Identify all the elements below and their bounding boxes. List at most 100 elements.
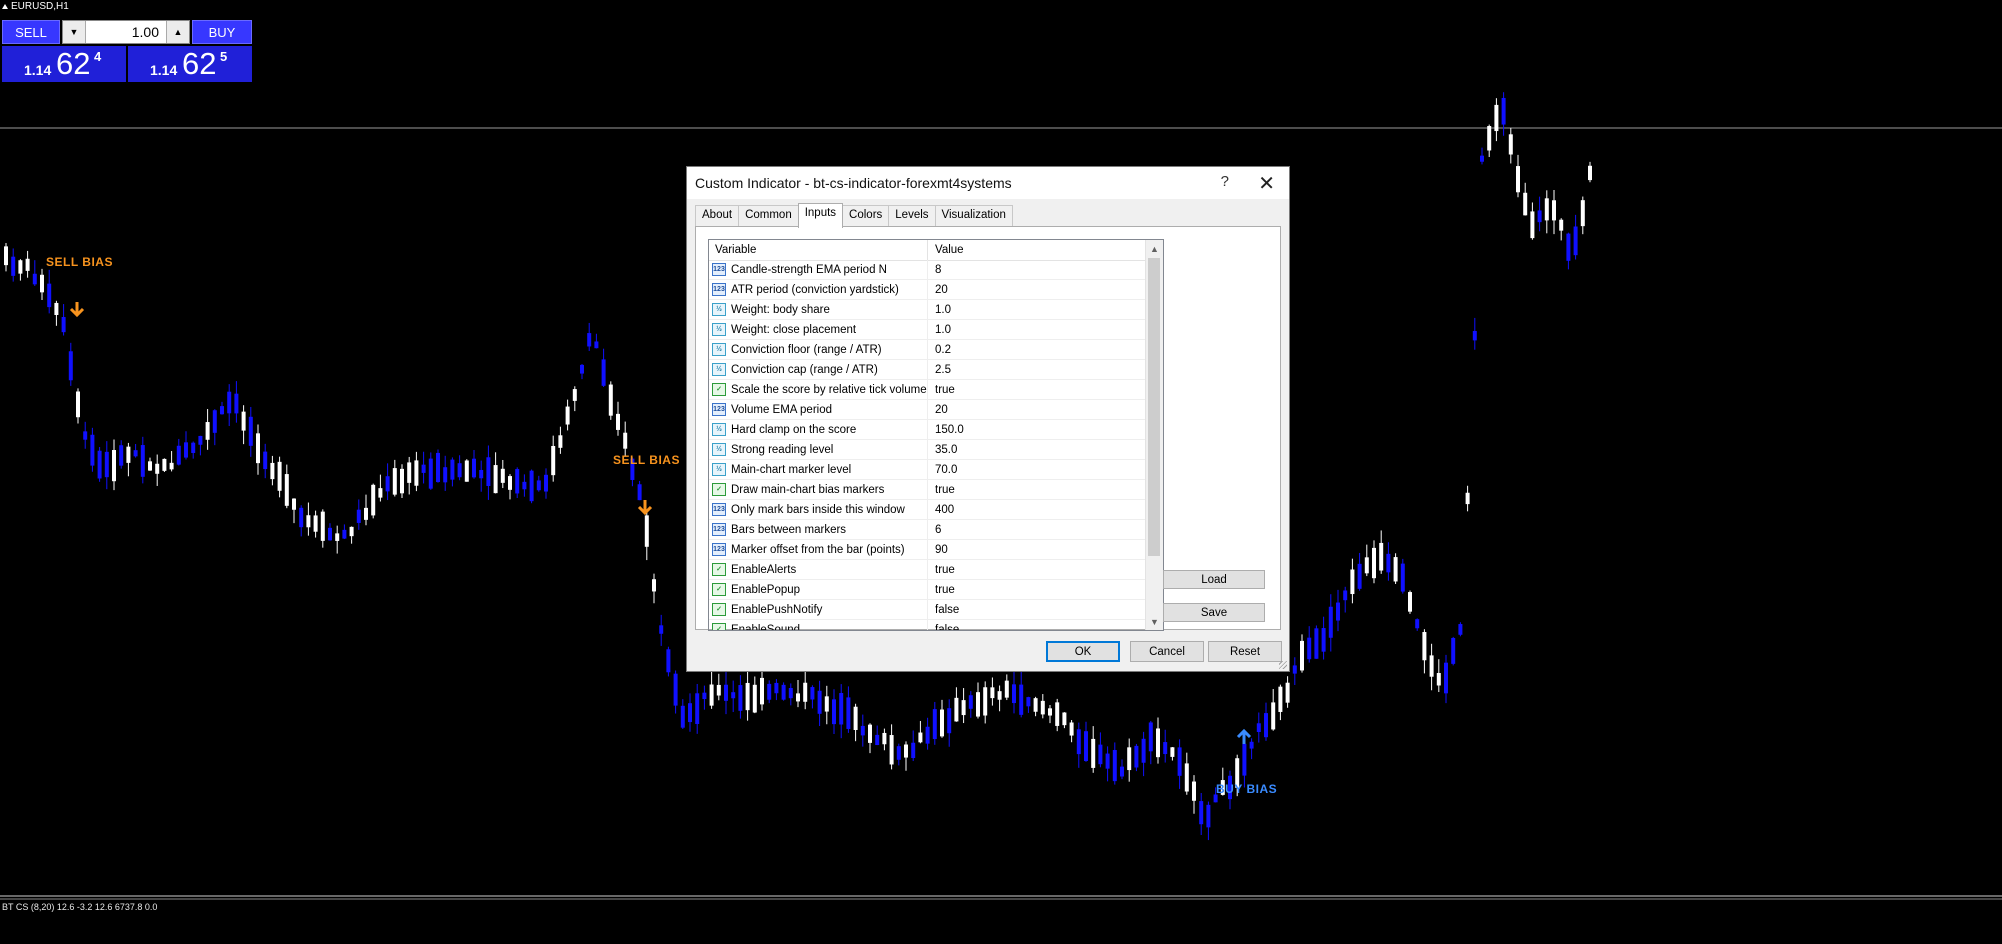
input-row[interactable]: ✓ EnablePushNotify false: [709, 600, 1147, 620]
bid-price-prefix: 1.14: [24, 62, 52, 78]
input-value-field[interactable]: true: [935, 584, 955, 596]
input-row[interactable]: ½ Conviction floor (range / ATR) 0.2: [709, 340, 1147, 360]
candle-body: [868, 724, 872, 743]
buy-button[interactable]: BUY: [192, 20, 252, 44]
candle-body: [911, 742, 916, 759]
sell-button[interactable]: SELL: [2, 20, 60, 44]
candle-body: [500, 468, 505, 483]
scroll-up-icon[interactable]: ▲: [1146, 240, 1163, 257]
input-value-field[interactable]: true: [935, 484, 955, 496]
candle-body: [1508, 134, 1513, 155]
input-row[interactable]: 123 Volume EMA period 20: [709, 400, 1147, 420]
scroll-down-icon[interactable]: ▼: [1146, 613, 1163, 630]
input-row[interactable]: ½ Conviction cap (range / ATR) 2.5: [709, 360, 1147, 380]
lot-size-field[interactable]: ▼ 1.00 ▲: [62, 20, 190, 44]
input-row[interactable]: 123 Only mark bars inside this window 400: [709, 500, 1147, 520]
input-row[interactable]: ✓ EnableSound false: [709, 620, 1147, 630]
bool-type-icon: ✓: [712, 383, 726, 396]
tab-visualization[interactable]: Visualization: [934, 205, 1013, 228]
candle-body: [515, 469, 520, 494]
input-value-field[interactable]: 20: [935, 284, 948, 296]
candle-body: [839, 693, 844, 725]
candle-body: [1156, 728, 1160, 758]
candle-body: [1271, 702, 1276, 730]
input-value-field[interactable]: 8: [935, 264, 941, 276]
tab-levels[interactable]: Levels: [888, 205, 936, 228]
load-button[interactable]: Load: [1163, 570, 1265, 589]
input-value-field[interactable]: 70.0: [935, 464, 957, 476]
tab-common[interactable]: Common: [738, 205, 799, 228]
input-row[interactable]: 123 Bars between markers 6: [709, 520, 1147, 540]
input-variable-name: Candle-strength EMA period N: [731, 264, 887, 276]
candle-body: [1127, 747, 1132, 771]
input-value-field[interactable]: 400: [935, 504, 954, 516]
close-icon[interactable]: ✕: [1258, 171, 1275, 196]
input-value-field[interactable]: 1.0: [935, 324, 951, 336]
candle-body: [702, 692, 707, 700]
cancel-button[interactable]: Cancel: [1130, 641, 1204, 662]
ok-button[interactable]: OK: [1046, 641, 1120, 662]
input-variable-name: EnableAlerts: [731, 564, 797, 576]
candle-body: [119, 445, 124, 466]
resize-grip-icon[interactable]: [1279, 661, 1287, 669]
input-row[interactable]: ½ Hard clamp on the score 150.0: [709, 420, 1147, 440]
dialog-title-bar[interactable]: Custom Indicator - bt-cs-indicator-forex…: [687, 167, 1289, 199]
candle-body: [176, 445, 181, 465]
input-row[interactable]: ½ Main-chart marker level 70.0: [709, 460, 1147, 480]
ask-price-box[interactable]: 1.14 62 5: [128, 46, 252, 82]
sell-bias-label: SELL BIAS: [46, 255, 113, 269]
input-row[interactable]: ✓ Scale the score by relative tick volume…: [709, 380, 1147, 400]
input-row[interactable]: ✓ EnableAlerts true: [709, 560, 1147, 580]
candle-body: [1350, 569, 1355, 595]
candle-body: [738, 685, 743, 711]
ask-price-prefix: 1.14: [150, 62, 178, 78]
help-icon[interactable]: ?: [1221, 173, 1229, 190]
input-value-field[interactable]: false: [935, 624, 959, 630]
input-value-field[interactable]: 20: [935, 404, 948, 416]
input-row[interactable]: ✓ Draw main-chart bias markers true: [709, 480, 1147, 500]
candle-body: [810, 687, 815, 700]
sell-bias-label: SELL BIAS: [613, 453, 680, 467]
input-row[interactable]: ½ Weight: close placement 1.0: [709, 320, 1147, 340]
column-header-variable[interactable]: Variable: [715, 244, 756, 256]
grid-header: Variable Value: [709, 240, 1147, 261]
input-value-field[interactable]: 150.0: [935, 424, 964, 436]
bid-price-box[interactable]: 1.14 62 4: [2, 46, 126, 82]
input-row[interactable]: ✓ EnablePopup true: [709, 580, 1147, 600]
candle-body: [292, 498, 296, 510]
tab-about[interactable]: About: [695, 205, 740, 228]
lot-size-value[interactable]: 1.00: [132, 24, 159, 40]
reset-button[interactable]: Reset: [1208, 641, 1282, 662]
candle-body: [112, 450, 116, 482]
save-button[interactable]: Save: [1163, 603, 1265, 622]
lot-decrease-icon[interactable]: ▼: [63, 21, 86, 43]
ask-price-big: 62: [182, 46, 217, 81]
input-value-field[interactable]: 90: [935, 544, 948, 556]
input-row[interactable]: ½ Strong reading level 35.0: [709, 440, 1147, 460]
input-row[interactable]: 123 Marker offset from the bar (points) 90: [709, 540, 1147, 560]
candle-body: [983, 687, 988, 716]
input-value-field[interactable]: true: [935, 564, 955, 576]
input-value-field[interactable]: 6: [935, 524, 941, 536]
candle-body: [1472, 330, 1477, 341]
tab-inputs[interactable]: Inputs: [797, 203, 844, 228]
input-value-field[interactable]: 0.2: [935, 344, 951, 356]
input-value-field[interactable]: 35.0: [935, 444, 957, 456]
candle-body: [54, 302, 59, 315]
input-value-field[interactable]: 2.5: [935, 364, 951, 376]
scroll-thumb[interactable]: [1148, 258, 1160, 556]
input-value-field[interactable]: 1.0: [935, 304, 951, 316]
column-header-value[interactable]: Value: [935, 244, 964, 256]
input-value-field[interactable]: false: [935, 604, 959, 616]
input-value-field[interactable]: true: [935, 384, 955, 396]
input-row[interactable]: 123 Candle-strength EMA period N 8: [709, 260, 1147, 280]
input-row[interactable]: 123 ATR period (conviction yardstick) 20: [709, 280, 1147, 300]
lot-increase-icon[interactable]: ▲: [166, 21, 189, 43]
input-row[interactable]: ½ Weight: body share 1.0: [709, 300, 1147, 320]
grid-scrollbar[interactable]: ▲ ▼: [1145, 240, 1163, 630]
collapse-triangle-icon[interactable]: [2, 4, 8, 9]
candle-body: [1530, 211, 1535, 239]
tab-colors[interactable]: Colors: [842, 205, 890, 228]
candle-body: [198, 435, 203, 445]
candle-body: [47, 283, 52, 308]
